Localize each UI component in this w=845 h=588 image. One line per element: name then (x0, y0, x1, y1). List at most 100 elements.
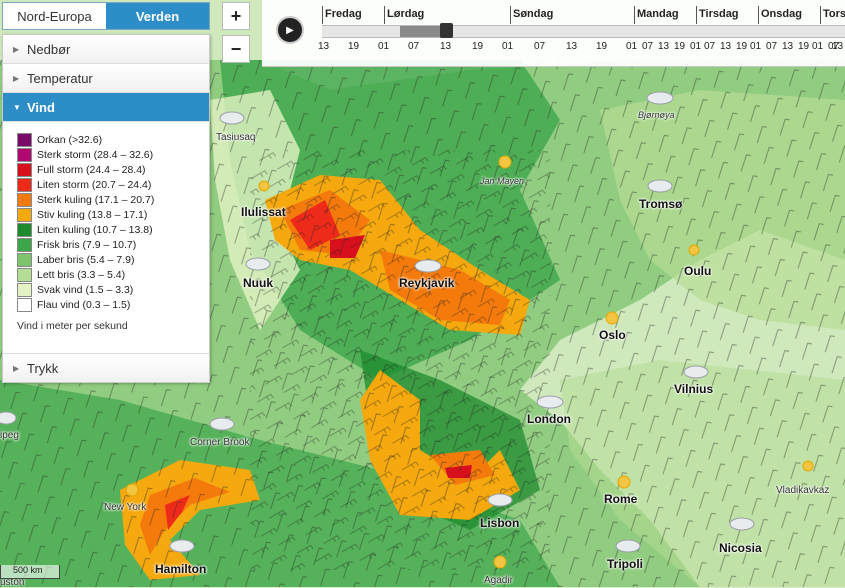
day-label: Torsd (823, 8, 845, 20)
place-vladikavkaz: Vladikavkaz (776, 485, 830, 496)
layer-wind-label: Vind (27, 99, 55, 115)
chevron-right-icon: ▶ (13, 73, 20, 83)
legend-row: Flau vind (0.3 – 1.5) (17, 297, 209, 312)
hour-label: 13 (832, 41, 844, 52)
region-tabs: Nord-Europa Verden (2, 2, 210, 30)
zoom-in-button[interactable]: + (222, 2, 250, 30)
legend-swatch (17, 207, 32, 222)
layer-temperature[interactable]: ▶ Temperatur (3, 64, 209, 93)
place-nuuk: Nuuk (243, 276, 273, 290)
play-icon[interactable]: ▶ (276, 16, 304, 44)
hour-label: 07 (534, 41, 546, 52)
hour-label: 13 (566, 41, 578, 52)
zoom-out-button[interactable]: − (222, 35, 250, 63)
tab-verden[interactable]: Verden (106, 3, 209, 29)
hour-label: 01 (626, 41, 638, 52)
layer-wind[interactable]: ▼ Vind (3, 93, 209, 122)
hour-label: 13 (440, 41, 452, 52)
timeline: ▶ Fredag Lørdag Søndag Mandag Tirsdag Onsdag T… (262, 0, 845, 67)
day-divider (820, 6, 821, 24)
legend-label: Orkan (>32.6) (37, 133, 103, 146)
layer-pressure[interactable]: ▶ Trykk (3, 354, 209, 382)
day-label: Tirsdag (699, 8, 739, 20)
layer-panel: ▶ Nedbør ▶ Temperatur ▼ Vind Orkan (>32.… (2, 34, 210, 383)
hour-label: 07 (408, 41, 420, 52)
legend-label: Laber bris (5.4 – 7.9) (37, 253, 135, 266)
layer-precipitation-label: Nedbør (27, 41, 71, 57)
hour-label: 19 (674, 41, 686, 52)
place-reykjavik: Reykjavik (399, 276, 455, 290)
hour-label: 13 (782, 41, 794, 52)
day-divider (696, 6, 697, 24)
tab-nord-europa[interactable]: Nord-Europa (3, 3, 106, 29)
legend-unit-note: Vind i meter per sekund (17, 320, 128, 332)
hour-label: 19 (798, 41, 810, 52)
wind-legend: Orkan (>32.6) Sterk storm (28.4 – 32.6) Fu… (3, 122, 209, 354)
legend-row: Laber bris (5.4 – 7.9) (17, 252, 209, 267)
chevron-down-icon: ▼ (13, 102, 21, 112)
legend-label: Liten storm (20.7 – 24.4) (37, 178, 152, 191)
legend-row: Lett bris (3.3 – 5.4) (17, 267, 209, 282)
place-jan-mayen: Jan Mayen (480, 176, 525, 186)
legend-swatch (17, 267, 32, 282)
legend-row: Sterk storm (28.4 – 32.6) (17, 147, 209, 162)
place-oslo: Oslo (599, 328, 626, 342)
layer-precipitation[interactable]: ▶ Nedbør (3, 35, 209, 64)
place-rome: Rome (604, 492, 638, 506)
legend-label: Lett bris (3.3 – 5.4) (37, 268, 126, 281)
legend-swatch (17, 297, 32, 312)
place-hamilton: Hamilton (155, 562, 207, 576)
layer-temperature-label: Temperatur (27, 70, 93, 86)
chevron-right-icon: ▶ (13, 363, 20, 373)
legend-swatch (17, 252, 32, 267)
layer-pressure-label: Trykk (27, 360, 59, 376)
legend-swatch (17, 237, 32, 252)
place-oulu: Oulu (684, 264, 712, 278)
legend-label: Flau vind (0.3 – 1.5) (37, 298, 131, 311)
legend-label: Sterk kuling (17.1 – 20.7) (37, 193, 155, 206)
place-london: London (527, 412, 571, 426)
day-divider (758, 6, 759, 24)
legend-label: Frisk bris (7.9 – 10.7) (37, 238, 137, 251)
hour-label: 01 (750, 41, 762, 52)
chevron-right-icon: ▶ (13, 44, 20, 54)
place-bjornoya: Bjørnøya (638, 110, 675, 120)
legend-row: Liten storm (20.7 – 24.4) (17, 177, 209, 192)
legend-row: Sterk kuling (17.1 – 20.7) (17, 192, 209, 207)
place-winnipeg: ipeg (0, 430, 19, 441)
legend-label: Stiv kuling (13.8 – 17.1) (37, 208, 148, 221)
place-tripoli: Tripoli (607, 557, 643, 571)
place-tasiusaq: Tasiusaq (216, 132, 256, 143)
day-label: Søndag (513, 8, 554, 20)
legend-swatch (17, 177, 32, 192)
day-divider (322, 6, 323, 24)
legend-row: Full storm (24.4 – 28.4) (17, 162, 209, 177)
hour-label: 13 (720, 41, 732, 52)
day-label: Mandag (637, 8, 679, 20)
place-lisbon: Lisbon (480, 516, 520, 530)
hour-label: 13 (318, 41, 330, 52)
hour-label: 19 (472, 41, 484, 52)
place-agadir: Agadir (484, 575, 513, 586)
legend-swatch (17, 282, 32, 297)
day-divider (384, 6, 385, 24)
legend-swatch (17, 162, 32, 177)
legend-row: Liten kuling (10.7 – 13.8) (17, 222, 209, 237)
day-label: Fredag (325, 8, 362, 20)
place-vilnius: Vilnius (674, 382, 714, 396)
place-new-york: New York (104, 502, 147, 513)
hour-label: 13 (658, 41, 670, 52)
legend-label: Liten kuling (10.7 – 13.8) (37, 223, 153, 236)
hour-label: 19 (736, 41, 748, 52)
legend-swatch (17, 192, 32, 207)
hour-label: 07 (704, 41, 716, 52)
timeline-slider-thumb[interactable] (440, 23, 453, 38)
place-tromso: Tromsø (639, 197, 683, 211)
hour-label: 01 (812, 41, 824, 52)
legend-row: Frisk bris (7.9 – 10.7) (17, 237, 209, 252)
legend-row: Orkan (>32.6) (17, 132, 209, 147)
place-nicosia: Nicosia (719, 541, 762, 555)
place-corner-brook: Corner Brook (190, 437, 250, 448)
legend-label: Sterk storm (28.4 – 32.6) (37, 148, 154, 161)
timeline-track[interactable] (322, 25, 845, 38)
